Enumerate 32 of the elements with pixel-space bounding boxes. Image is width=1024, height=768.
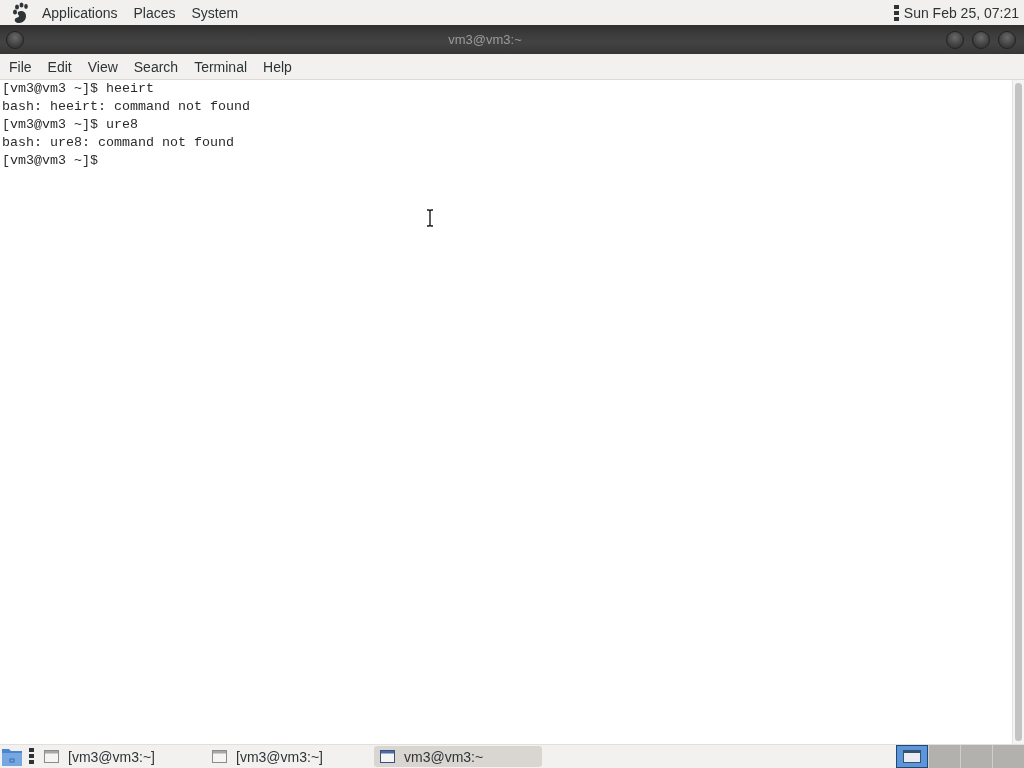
menu-item[interactable]: Help [255,56,300,77]
terminal-line: bash: ure8: command not found [2,134,234,152]
terminal-line: [vm3@vm3 ~]$ [2,152,98,170]
handle-icon[interactable] [29,748,34,764]
maximize-button[interactable] [972,30,990,49]
panel-menu[interactable]: Places [125,2,184,23]
close-button[interactable] [998,30,1016,49]
foot-icon[interactable] [10,1,30,24]
panel-menu[interactable]: System [183,2,247,23]
handle-icon[interactable] [893,4,899,21]
taskbar-button[interactable]: [vm3@vm3:~] [38,746,206,767]
menu-item[interactable]: View [79,56,126,77]
window-title: vm3@vm3:~ [447,32,523,47]
menu-item[interactable]: Terminal [186,56,256,77]
terminal-line: [vm3@vm3 ~]$ ure8 [2,116,138,134]
menu-item[interactable]: Search [125,56,187,77]
terminal-line: bash: heeirt: command not found [2,98,250,116]
folder-icon[interactable] [2,747,22,766]
window-menu-button[interactable] [6,30,24,49]
minimize-button[interactable] [946,30,964,49]
workspace-button[interactable] [896,745,928,768]
window-icon [212,750,227,763]
terminal-line: [vm3@vm3 ~]$ heeirt [2,80,154,98]
window-icon [380,750,395,763]
taskbar-button[interactable]: vm3@vm3:~ [374,746,542,767]
window-icon [44,750,59,763]
panel-menu[interactable]: Applications [34,2,126,23]
menu-item[interactable]: File [1,56,40,77]
clock[interactable]: Sun Feb 25, 07:21 [903,4,1019,21]
text-cursor-icon [426,209,434,227]
taskbar-button[interactable]: [vm3@vm3:~] [206,746,374,767]
menu-item[interactable]: Edit [39,56,80,77]
